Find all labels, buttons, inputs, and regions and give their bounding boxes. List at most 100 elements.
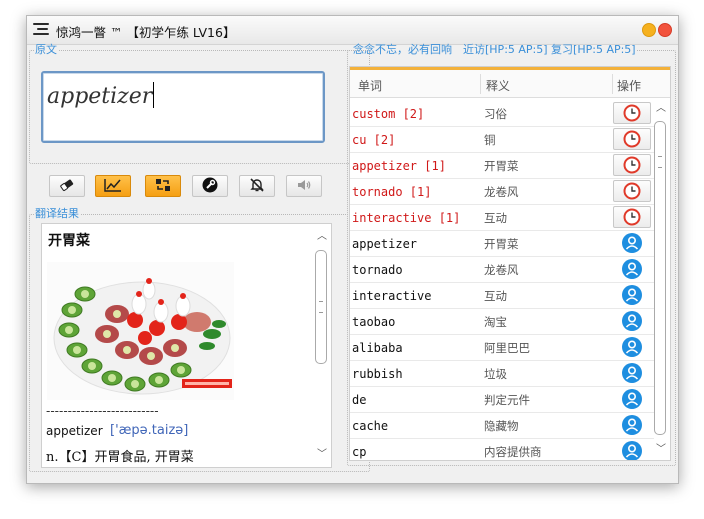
row-word[interactable]: interactive [1] <box>352 211 460 225</box>
chart-icon <box>104 178 122 195</box>
row-meaning: 互动 <box>484 289 507 303</box>
result-legend: 翻译结果 <box>35 207 79 220</box>
speaker-button[interactable] <box>286 175 322 197</box>
row-word[interactable]: appetizer [1] <box>352 159 446 173</box>
clock-icon <box>623 156 641 174</box>
user-icon <box>622 259 642 279</box>
title-bar[interactable]: 惊鸿一瞥 ™ 【初学乍练 LV16】 <box>27 16 678 45</box>
table-row[interactable]: appetizer 开胃菜 <box>350 231 654 257</box>
user-icon <box>622 363 642 383</box>
source-input[interactable]: appetizer <box>41 71 325 143</box>
row-word[interactable]: interactive <box>352 289 431 303</box>
row-word[interactable]: rubbish <box>352 367 403 381</box>
result-separator: -------------------------- <box>46 404 159 418</box>
row-meaning: 淘宝 <box>484 315 507 329</box>
user-icon <box>622 337 642 357</box>
row-word[interactable]: cp <box>352 445 366 459</box>
source-input-text: appetizer <box>47 84 153 109</box>
table-row[interactable]: interactive 互动 <box>350 283 654 309</box>
list-scroll-down-icon[interactable]: ﹀ <box>655 445 667 455</box>
table-row[interactable]: tornado [1] 龙卷风 <box>350 179 654 205</box>
result-definition: n.【C】开胃食品, 开胃菜 <box>46 450 194 465</box>
user-button[interactable] <box>613 232 651 254</box>
table-row[interactable]: taobao 淘宝 <box>350 309 654 335</box>
row-meaning: 习俗 <box>484 107 507 121</box>
row-word[interactable]: tornado [1] <box>352 185 431 199</box>
user-button[interactable] <box>613 414 651 436</box>
word-list-rows: custom [2] 习俗 cu [2] 铜 appetizer [1] 开胃菜 torna… <box>350 101 654 460</box>
word-list-pane: 单词 释义 操作 custom [2] 习俗 cu [2] 铜 appetizer [1… <box>349 66 671 461</box>
table-row[interactable]: appetizer [1] 开胃菜 <box>350 153 654 179</box>
close-button[interactable] <box>658 23 672 37</box>
user-icon <box>622 389 642 409</box>
row-meaning: 内容提供商 <box>484 445 542 459</box>
user-icon <box>622 441 642 460</box>
wrench-button[interactable] <box>192 175 228 197</box>
shuffle-icon <box>155 178 171 195</box>
row-word[interactable]: de <box>352 393 366 407</box>
minimize-button[interactable] <box>642 23 656 37</box>
row-word[interactable]: appetizer <box>352 237 417 251</box>
chart-button[interactable] <box>95 175 131 197</box>
column-divider <box>480 74 481 94</box>
table-row[interactable]: rubbish 垃圾 <box>350 361 654 387</box>
row-meaning: 互动 <box>484 211 507 225</box>
user-button[interactable] <box>613 440 651 460</box>
table-row[interactable]: custom [2] 习俗 <box>350 101 654 127</box>
review-button[interactable] <box>613 102 651 124</box>
list-scrollbar[interactable] <box>654 121 666 435</box>
review-button[interactable] <box>613 128 651 150</box>
table-row[interactable]: cu [2] 铜 <box>350 127 654 153</box>
row-word[interactable]: alibaba <box>352 341 403 355</box>
row-meaning: 开胃菜 <box>484 237 519 251</box>
user-button[interactable] <box>613 258 651 280</box>
row-meaning: 铜 <box>484 133 496 147</box>
source-legend: 原文 <box>35 43 57 56</box>
mute-bell-button[interactable] <box>239 175 275 197</box>
row-word[interactable]: custom [2] <box>352 107 424 121</box>
row-meaning: 垃圾 <box>484 367 507 381</box>
header-meaning[interactable]: 释义 <box>486 77 510 94</box>
review-button[interactable] <box>613 206 651 228</box>
row-meaning: 隐藏物 <box>484 419 519 433</box>
row-meaning: 开胃菜 <box>484 159 519 173</box>
table-row[interactable]: tornado 龙卷风 <box>350 257 654 283</box>
result-scrollbar[interactable] <box>315 250 327 364</box>
speaker-icon <box>296 178 312 195</box>
table-row[interactable]: alibaba 阿里巴巴 <box>350 335 654 361</box>
user-button[interactable] <box>613 388 651 410</box>
row-word[interactable]: tornado <box>352 263 403 277</box>
user-icon <box>622 415 642 435</box>
food-image <box>47 262 234 400</box>
shuffle-button[interactable] <box>145 175 181 197</box>
header-action[interactable]: 操作 <box>617 77 641 94</box>
table-row[interactable]: de 判定元件 <box>350 387 654 413</box>
table-row[interactable]: interactive [1] 互动 <box>350 205 654 231</box>
list-scroll-up-icon[interactable]: ︿ <box>655 104 667 114</box>
table-row[interactable]: cp 内容提供商 <box>350 439 654 460</box>
eraser-button[interactable] <box>49 175 85 197</box>
toolbar <box>49 175 349 199</box>
text-caret <box>153 82 155 108</box>
result-scroll-up-icon[interactable]: ︿ <box>316 232 328 242</box>
row-meaning: 龙卷风 <box>484 185 519 199</box>
grip-icon <box>319 301 323 313</box>
header-word[interactable]: 单词 <box>358 77 382 94</box>
row-word[interactable]: cu [2] <box>352 133 395 147</box>
review-button[interactable] <box>613 180 651 202</box>
user-button[interactable] <box>613 284 651 306</box>
result-phonetic[interactable]: ['æpə.taizə] <box>110 423 188 438</box>
window-title: 惊鸿一瞥 ™ 【初学乍练 LV16】 <box>56 25 236 40</box>
result-scroll-down-icon[interactable]: ﹀ <box>316 450 328 460</box>
user-button[interactable] <box>613 310 651 332</box>
user-button[interactable] <box>613 336 651 358</box>
review-button[interactable] <box>613 154 651 176</box>
list-header: 单词 释义 操作 <box>350 70 670 98</box>
menu-lines-icon[interactable] <box>33 23 49 37</box>
result-pane[interactable]: 开胃菜 -------------------------- appetizer… <box>41 223 332 468</box>
user-button[interactable] <box>613 362 651 384</box>
row-word[interactable]: cache <box>352 419 388 433</box>
table-row[interactable]: cache 隐藏物 <box>350 413 654 439</box>
clock-icon <box>623 182 641 200</box>
row-word[interactable]: taobao <box>352 315 395 329</box>
